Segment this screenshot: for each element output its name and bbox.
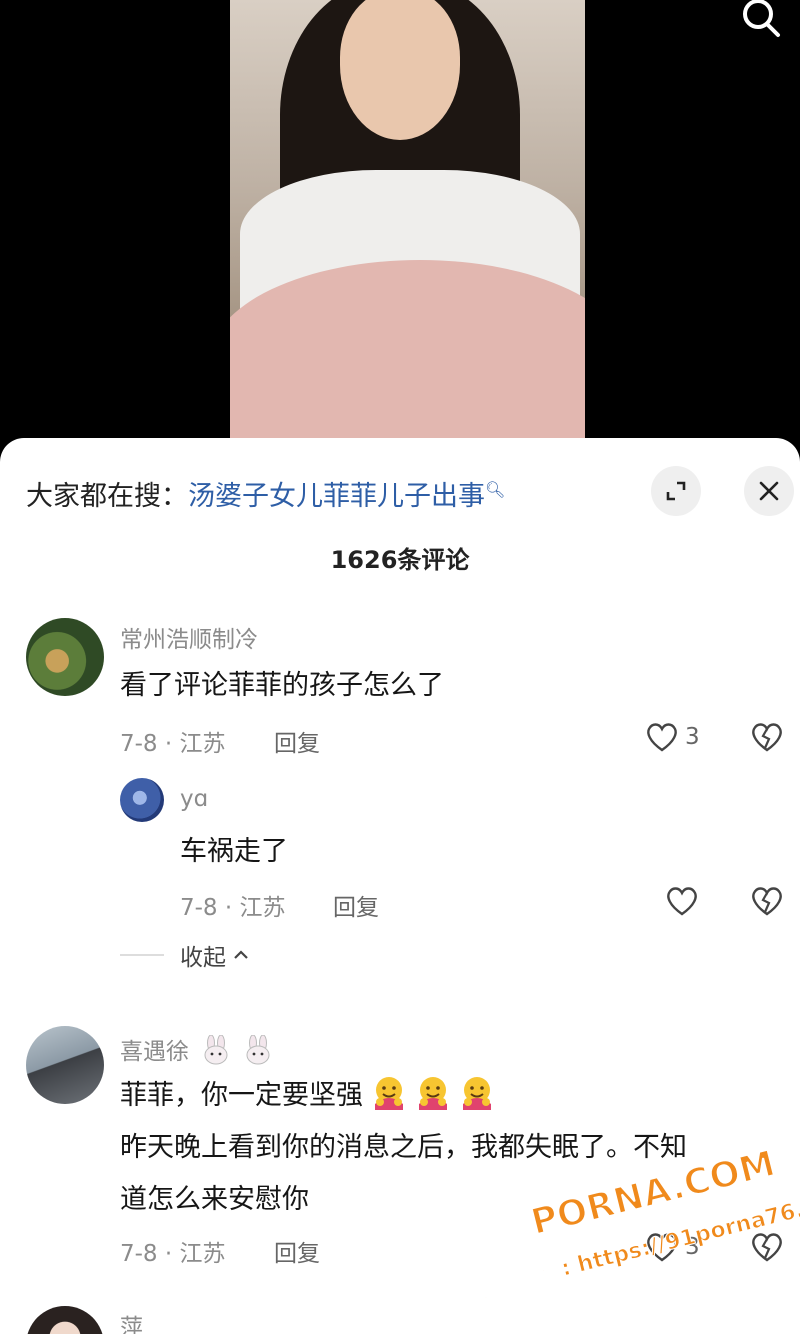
comment-count: 1626条评论 (330, 546, 470, 574)
comment-meta: 7-8 · 江苏 (120, 731, 226, 757)
search-small-icon: 🔍︎ (485, 480, 506, 499)
comment-meta: 7-8 · 江苏 (120, 1241, 226, 1267)
bunny-emoji-icon (204, 1035, 228, 1065)
dislike-button[interactable] (750, 721, 784, 757)
comment-username[interactable]: 喜遇徐 (120, 1032, 272, 1066)
collapse-label: 收起 (180, 945, 226, 971)
avatar[interactable] (26, 618, 104, 696)
reply-button[interactable]: 回复 (333, 888, 379, 922)
collapse-divider (120, 954, 164, 956)
hug-emoji-icon (375, 1077, 403, 1110)
comment-text-line-1: 菲菲，你一定要坚强 (120, 1080, 363, 1111)
expand-icon (666, 481, 686, 501)
video-frame (230, 0, 585, 450)
like-button[interactable]: 3 (645, 721, 700, 753)
avatar[interactable] (26, 1306, 104, 1334)
search-button[interactable] (738, 0, 782, 40)
close-icon (759, 481, 779, 501)
comment-text-line: 菲菲，你一定要坚强 (120, 1070, 780, 1122)
heart-outline-icon (647, 723, 677, 752)
video-player[interactable] (0, 0, 800, 450)
broken-heart-icon (752, 723, 782, 752)
hug-emoji-icon (419, 1077, 447, 1110)
dislike-button[interactable] (750, 885, 784, 921)
reply-meta: 7-8 · 江苏 (180, 895, 286, 921)
search-icon (743, 0, 780, 37)
comment-username-text: 喜遇徐 (120, 1039, 189, 1065)
reply-username[interactable]: yɑ (180, 786, 208, 812)
video-subject-arms (230, 260, 585, 450)
trending-search-prefix: 大家都在搜： (26, 481, 188, 512)
comment-text: 看了评论菲菲的孩子怎么了 (120, 670, 444, 701)
comment-username[interactable]: 萍 (120, 1308, 143, 1334)
reply-button[interactable]: 回复 (274, 724, 320, 758)
broken-heart-icon (752, 887, 782, 916)
hug-emoji-icon (463, 1077, 491, 1110)
chevron-up-icon (234, 950, 248, 959)
close-button[interactable] (744, 466, 794, 516)
expand-button[interactable] (651, 466, 701, 516)
like-button[interactable] (665, 885, 699, 917)
reply-text: 车祸走了 (180, 836, 288, 867)
trending-search-hint[interactable]: 大家都在搜：汤婆子女儿菲菲儿子出事🔍︎ (26, 470, 505, 517)
avatar[interactable] (26, 1026, 104, 1104)
collapse-replies-button[interactable]: 收起 (120, 938, 250, 972)
comment-username[interactable]: 常州浩顺制冷 (120, 620, 258, 654)
trending-search-term[interactable]: 汤婆子女儿菲菲儿子出事 (188, 481, 485, 512)
bunny-emoji-icon (246, 1035, 270, 1065)
heart-outline-icon (667, 887, 697, 916)
like-count: 3 (685, 724, 700, 750)
reply-avatar[interactable] (120, 778, 164, 822)
reply-button[interactable]: 回复 (274, 1234, 320, 1268)
